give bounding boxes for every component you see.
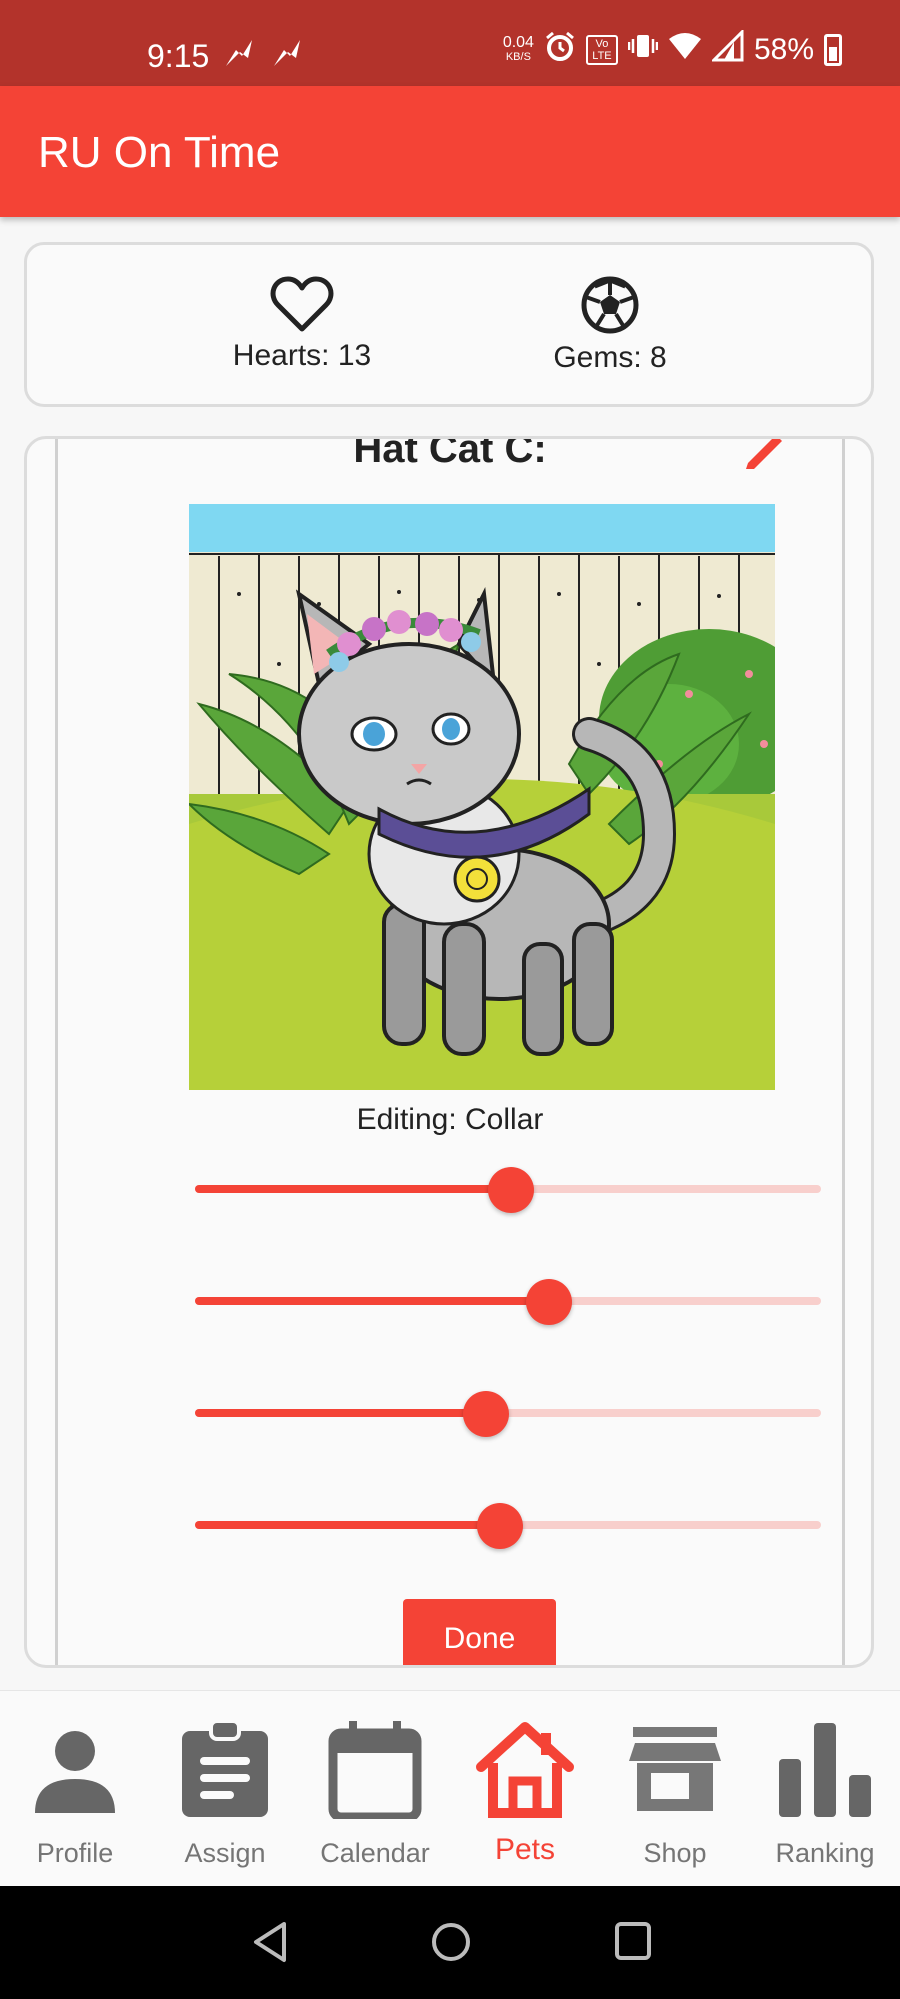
store-icon: [629, 1727, 721, 1811]
person-icon: [35, 1731, 115, 1813]
slider-fill: [195, 1297, 549, 1305]
pet-editor[interactable]: Hat Cat C: Editing: Collar Done: [55, 436, 845, 1665]
nav-calendar[interactable]: Calendar: [300, 1691, 450, 1887]
slider-thumb[interactable]: [477, 1503, 524, 1549]
nav-profile[interactable]: Profile: [0, 1691, 150, 1887]
editing-label: Editing: Collar: [356, 1103, 544, 1136]
collar-slider-2[interactable]: [195, 1277, 821, 1325]
edit-pencil-icon[interactable]: [744, 436, 784, 469]
nav-assign[interactable]: Assign: [150, 1691, 300, 1887]
home-icon[interactable]: [429, 1920, 473, 1964]
app-bar: RU On Time: [0, 86, 900, 217]
status-time: 9:15: [147, 38, 210, 74]
app-title: RU On Time: [38, 128, 281, 177]
slider-thumb[interactable]: [488, 1167, 535, 1213]
signal-icon: [710, 28, 744, 70]
nav-label: Profile: [36, 1838, 114, 1868]
recents-icon[interactable]: [613, 1920, 653, 1964]
battery-icon: [824, 34, 842, 66]
cat-illustration: [189, 504, 775, 1090]
notification-icon: [270, 36, 304, 78]
wifi-icon: [668, 31, 702, 69]
collar-slider-3[interactable]: [195, 1389, 821, 1437]
nav-label: Shop: [643, 1838, 707, 1868]
gems-stat: Gems: 8: [510, 275, 710, 375]
house-icon: [476, 1722, 574, 1818]
stats-card: Hearts: 13 Gems: 8: [24, 242, 874, 407]
nav-label: Ranking: [775, 1838, 875, 1868]
bottom-nav: Profile Assign Calendar Pets Shop Rankin…: [0, 1690, 900, 1887]
bar-chart-icon: [779, 1723, 871, 1817]
back-icon[interactable]: [250, 1920, 290, 1964]
vibrate-icon: [627, 30, 659, 70]
hearts-stat: Hearts: 13: [202, 275, 402, 373]
slider-fill: [195, 1409, 487, 1417]
notification-icon: [222, 36, 256, 78]
gem-icon: [581, 276, 639, 334]
nav-label: Assign: [184, 1838, 266, 1868]
nav-label: Calendar: [320, 1838, 430, 1868]
pet-name: Hat Cat C:: [353, 436, 547, 471]
slider-thumb[interactable]: [525, 1279, 572, 1325]
slider-thumb[interactable]: [463, 1391, 510, 1437]
done-button[interactable]: Done: [403, 1599, 556, 1665]
calendar-icon: [328, 1721, 422, 1819]
slider-fill: [195, 1185, 512, 1193]
collar-slider-1[interactable]: [195, 1165, 821, 1213]
nav-label: Pets: [494, 1833, 556, 1866]
pet-card: Hat Cat C: Editing: Collar Done: [24, 436, 874, 1668]
network-speed: 0.04 KB/S: [502, 34, 534, 64]
hearts-label: Hearts: 13: [232, 339, 372, 372]
nav-shop[interactable]: Shop: [600, 1691, 750, 1887]
pet-image: [189, 504, 775, 1090]
volte-icon: Vo LTE: [585, 35, 618, 65]
clipboard-icon: [182, 1719, 268, 1817]
status-bar: 9:15 0.04 KB/S Vo LTE 58%: [0, 0, 900, 86]
heart-icon: [270, 276, 334, 332]
battery-percent: 58%: [753, 33, 814, 66]
nav-ranking[interactable]: Ranking: [750, 1691, 900, 1887]
slider-fill: [195, 1521, 501, 1529]
alarm-icon: [544, 30, 576, 70]
nav-pets[interactable]: Pets: [450, 1691, 600, 1887]
gems-label: Gems: 8: [553, 341, 667, 374]
system-nav-bar: [0, 1886, 900, 1999]
collar-slider-4[interactable]: [195, 1501, 821, 1549]
